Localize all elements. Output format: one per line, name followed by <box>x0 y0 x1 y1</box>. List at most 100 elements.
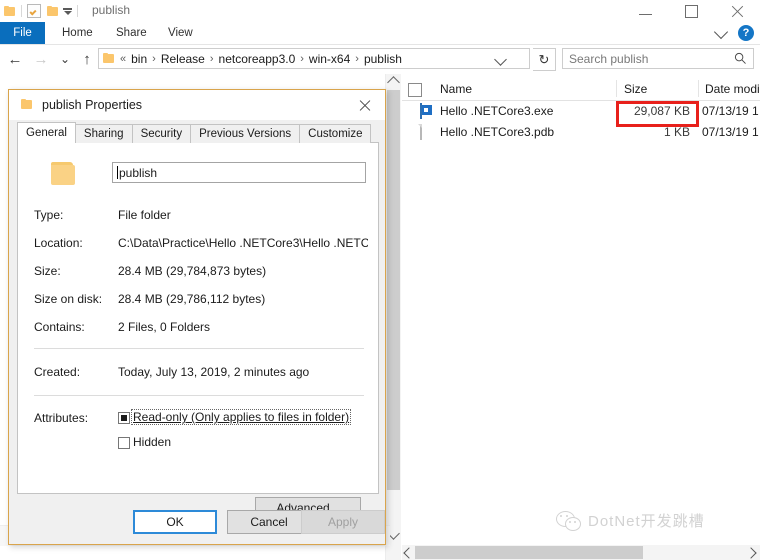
quick-access-toolbar <box>4 2 83 20</box>
arrow-right-icon[interactable]: → <box>30 48 52 70</box>
chevron-down-icon[interactable] <box>63 7 72 15</box>
recent-locations-icon[interactable]: ⌄ <box>54 48 76 70</box>
tab-sharing[interactable]: Sharing <box>74 124 133 143</box>
breadcrumb-item-publish[interactable]: publish <box>364 52 402 66</box>
ribbon-right-controls: ? <box>713 24 754 41</box>
column-header-name[interactable]: Name <box>440 82 472 96</box>
watermark-text: DotNet开发跳槽 <box>588 513 705 530</box>
refresh-icon[interactable]: ↻ <box>533 48 556 71</box>
breadcrumb-item-winx64[interactable]: win-x64 <box>309 52 350 66</box>
maximize-icon[interactable] <box>668 0 714 22</box>
window-title: publish <box>92 3 131 17</box>
readonly-checkbox-group[interactable]: Read-only (Only applies to files in fold… <box>118 409 352 425</box>
apply-button: Apply <box>301 510 385 534</box>
text-caret <box>117 166 118 179</box>
chevron-down-icon[interactable] <box>494 53 507 66</box>
annotation-highlight-box <box>616 101 699 127</box>
dialog-title: publish Properties <box>42 98 143 112</box>
breadcrumb-item-release[interactable]: Release <box>161 52 205 66</box>
property-row-created: Created: Today, July 13, 2019, 2 minutes… <box>34 365 370 381</box>
arrow-left-icon[interactable]: ← <box>4 48 26 70</box>
address-bar: ← → ⌄ ↑ « bin › Release › netcoreapp3.0 … <box>0 45 760 73</box>
search-input[interactable]: Search publish <box>562 48 754 69</box>
folder-name-value: publish <box>119 165 158 180</box>
chevron-left-icon[interactable] <box>403 547 415 559</box>
file-name[interactable]: Hello .NETCore3.pdb <box>440 125 554 139</box>
wechat-icon <box>556 510 581 531</box>
hidden-checkbox-group[interactable]: Hidden <box>118 435 171 449</box>
checkbox-checked-icon[interactable] <box>27 4 41 18</box>
attributes-label: Attributes: <box>34 411 89 425</box>
folder-icon <box>103 53 115 64</box>
tab-customize[interactable]: Customize <box>299 124 372 143</box>
watermark: DotNet开发跳槽 <box>556 510 705 531</box>
property-label: Location: <box>34 236 83 250</box>
breadcrumb-item-bin[interactable]: bin <box>131 52 147 66</box>
column-header-row: Name Size Date modi <box>402 78 760 101</box>
dialog-tab-strip: General Sharing Security Previous Versio… <box>17 122 372 143</box>
folder-icon[interactable] <box>4 5 16 17</box>
property-label: Size on disk: <box>34 292 103 306</box>
tab-general[interactable]: General <box>17 122 76 143</box>
help-icon[interactable]: ? <box>738 25 754 41</box>
dialog-general-panel: publish Type: File folder Location: C:\D… <box>17 142 379 494</box>
breadcrumb-separator: › <box>152 52 156 65</box>
readonly-checkbox[interactable] <box>118 411 130 424</box>
property-row-location: Location: C:\Data\Practice\Hello .NETCor… <box>34 236 370 252</box>
close-icon[interactable] <box>345 90 385 120</box>
property-value: C:\Data\Practice\Hello .NETCore3\Hello .… <box>118 236 368 250</box>
properties-dialog: publish Properties General Sharing Secur… <box>8 89 386 545</box>
scrollbar-horizontal[interactable] <box>402 545 760 560</box>
divider <box>77 5 78 17</box>
minimize-icon[interactable] <box>622 0 668 22</box>
file-date-modified: 07/13/19 1 <box>702 104 759 118</box>
folder-name-input[interactable]: publish <box>112 162 366 183</box>
breadcrumb-separator: › <box>300 52 304 65</box>
chevron-right-icon[interactable] <box>745 547 757 559</box>
search-placeholder: Search publish <box>569 51 649 66</box>
select-all-checkbox[interactable] <box>408 83 422 97</box>
chevron-up-icon[interactable] <box>387 76 400 89</box>
scrollbar-vertical[interactable] <box>385 74 401 560</box>
tab-view[interactable]: View <box>158 22 203 44</box>
property-row-size-on-disk: Size on disk: 28.4 MB (29,786,112 bytes) <box>34 292 370 308</box>
file-name[interactable]: Hello .NETCore3.exe <box>440 104 553 118</box>
property-value: 2 Files, 0 Folders <box>118 320 211 334</box>
tab-share[interactable]: Share <box>106 22 157 44</box>
tab-home[interactable]: Home <box>52 22 103 44</box>
property-row-contains: Contains: 2 Files, 0 Folders <box>34 320 370 336</box>
new-folder-icon[interactable] <box>47 5 59 17</box>
close-icon[interactable] <box>714 0 760 22</box>
property-row-size: Size: 28.4 MB (29,784,873 bytes) <box>34 264 370 280</box>
ok-button[interactable]: OK <box>133 510 217 534</box>
divider <box>34 395 364 396</box>
property-value: 28.4 MB (29,786,112 bytes) <box>118 292 266 306</box>
scrollbar-thumb[interactable] <box>415 546 643 559</box>
column-header-size[interactable]: Size <box>624 82 647 96</box>
file-date-modified: 07/13/19 1 <box>702 125 759 139</box>
window-controls <box>622 0 760 22</box>
cancel-button[interactable]: Cancel <box>227 510 311 534</box>
tab-security[interactable]: Security <box>131 124 192 143</box>
property-label: Contains: <box>34 320 85 334</box>
hidden-checkbox[interactable] <box>118 436 130 449</box>
table-row[interactable]: Hello .NETCore3.exe 29,087 KB 07/13/19 1 <box>402 101 760 122</box>
breadcrumb-separator: › <box>355 52 359 65</box>
table-row[interactable]: Hello .NETCore3.pdb 1 KB 07/13/19 1 <box>402 122 760 143</box>
search-icon[interactable] <box>734 52 747 65</box>
column-divider[interactable] <box>698 80 699 97</box>
tab-previous-versions[interactable]: Previous Versions <box>190 124 301 143</box>
arrow-up-icon[interactable]: ↑ <box>76 48 98 70</box>
file-list: Hello .NETCore3.exe 29,087 KB 07/13/19 1… <box>402 101 760 531</box>
breadcrumb[interactable]: « bin › Release › netcoreapp3.0 › win-x6… <box>98 48 530 69</box>
column-header-date[interactable]: Date modi <box>705 82 760 96</box>
breadcrumb-item-netcoreapp[interactable]: netcoreapp3.0 <box>219 52 296 66</box>
breadcrumb-overflow[interactable]: « <box>120 53 126 65</box>
divider <box>21 5 22 17</box>
scrollbar-thumb[interactable] <box>387 90 400 490</box>
property-value: 28.4 MB (29,784,873 bytes) <box>118 264 267 278</box>
column-divider[interactable] <box>616 80 617 97</box>
ribbon-tab-bar: File Home Share View ? <box>0 22 760 45</box>
chevron-down-icon[interactable] <box>713 24 729 39</box>
tab-file[interactable]: File <box>0 22 45 44</box>
